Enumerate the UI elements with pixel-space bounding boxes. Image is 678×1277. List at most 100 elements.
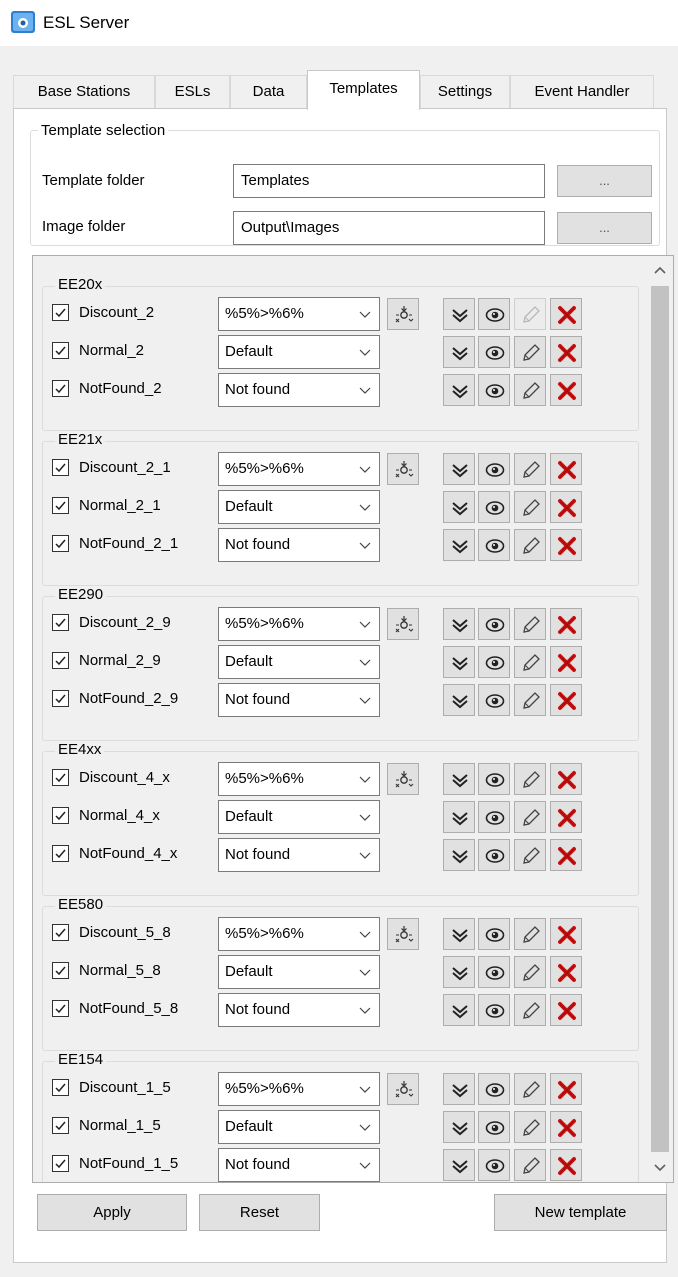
edit-button[interactable] (514, 1149, 546, 1181)
template-enabled-checkbox[interactable] (52, 845, 69, 862)
expand-button[interactable] (443, 1149, 475, 1181)
expand-button[interactable] (443, 491, 475, 523)
delete-button[interactable] (550, 491, 582, 523)
expand-button[interactable] (443, 918, 475, 950)
tab-settings[interactable]: Settings (420, 75, 510, 108)
template-list-scroll-area[interactable]: EE20x Discount_2 %5%>%6% Normal_2 Default Not… (32, 255, 674, 1183)
edit-button[interactable] (514, 529, 546, 561)
template-enabled-checkbox[interactable] (52, 652, 69, 669)
vertical-scrollbar[interactable] (647, 256, 673, 1182)
preview-button[interactable] (478, 918, 510, 950)
template-condition-select[interactable]: Not found (218, 373, 380, 407)
preview-button[interactable] (478, 801, 510, 833)
template-enabled-checkbox[interactable] (52, 342, 69, 359)
preview-button[interactable] (478, 1111, 510, 1143)
edit-button[interactable] (514, 1111, 546, 1143)
expand-button[interactable] (443, 298, 475, 330)
expand-button[interactable] (443, 1073, 475, 1105)
expand-button[interactable] (443, 608, 475, 640)
edit-button[interactable] (514, 994, 546, 1026)
template-enabled-checkbox[interactable] (52, 1117, 69, 1134)
delete-button[interactable] (550, 1073, 582, 1105)
edit-button[interactable] (514, 684, 546, 716)
template-enabled-checkbox[interactable] (52, 614, 69, 631)
delete-button[interactable] (550, 453, 582, 485)
delete-button[interactable] (550, 374, 582, 406)
preview-button[interactable] (478, 608, 510, 640)
template-condition-select[interactable]: Default (218, 800, 380, 834)
tab-base-stations[interactable]: Base Stations (13, 75, 155, 108)
scroll-up-arrow-icon[interactable] (647, 256, 673, 284)
template-condition-select[interactable]: Not found (218, 1148, 380, 1182)
template-condition-select[interactable]: Default (218, 955, 380, 989)
preview-button[interactable] (478, 956, 510, 988)
preview-button[interactable] (478, 491, 510, 523)
delete-button[interactable] (550, 763, 582, 795)
edit-button[interactable] (514, 336, 546, 368)
expand-button[interactable] (443, 763, 475, 795)
expand-button[interactable] (443, 956, 475, 988)
expand-button[interactable] (443, 684, 475, 716)
reset-button[interactable]: Reset (199, 1194, 320, 1231)
template-enabled-checkbox[interactable] (52, 690, 69, 707)
delete-button[interactable] (550, 336, 582, 368)
expand-button[interactable] (443, 1111, 475, 1143)
field-mapping-button[interactable] (387, 1073, 419, 1105)
template-enabled-checkbox[interactable] (52, 962, 69, 979)
preview-button[interactable] (478, 646, 510, 678)
template-enabled-checkbox[interactable] (52, 304, 69, 321)
edit-button[interactable] (514, 374, 546, 406)
delete-button[interactable] (550, 529, 582, 561)
delete-button[interactable] (550, 918, 582, 950)
apply-button[interactable]: Apply (37, 1194, 187, 1231)
expand-button[interactable] (443, 453, 475, 485)
image-folder-browse-button[interactable]: ... (557, 212, 652, 244)
delete-button[interactable] (550, 298, 582, 330)
tab-event-handler[interactable]: Event Handler (510, 75, 654, 108)
field-mapping-button[interactable] (387, 298, 419, 330)
template-condition-select[interactable]: %5%>%6% (218, 297, 380, 331)
delete-button[interactable] (550, 1111, 582, 1143)
expand-button[interactable] (443, 801, 475, 833)
preview-button[interactable] (478, 684, 510, 716)
template-condition-select[interactable]: %5%>%6% (218, 762, 380, 796)
template-condition-select[interactable]: Not found (218, 528, 380, 562)
template-enabled-checkbox[interactable] (52, 924, 69, 941)
delete-button[interactable] (550, 646, 582, 678)
preview-button[interactable] (478, 994, 510, 1026)
template-enabled-checkbox[interactable] (52, 380, 69, 397)
expand-button[interactable] (443, 529, 475, 561)
tab-templates[interactable]: Templates (307, 70, 420, 110)
template-condition-select[interactable]: %5%>%6% (218, 452, 380, 486)
preview-button[interactable] (478, 336, 510, 368)
preview-button[interactable] (478, 1073, 510, 1105)
template-enabled-checkbox[interactable] (52, 497, 69, 514)
edit-button[interactable] (514, 491, 546, 523)
edit-button[interactable] (514, 646, 546, 678)
delete-button[interactable] (550, 801, 582, 833)
template-enabled-checkbox[interactable] (52, 1000, 69, 1017)
preview-button[interactable] (478, 529, 510, 561)
field-mapping-button[interactable] (387, 763, 419, 795)
template-condition-select[interactable]: Not found (218, 993, 380, 1027)
template-enabled-checkbox[interactable] (52, 1155, 69, 1172)
field-mapping-button[interactable] (387, 918, 419, 950)
template-condition-select[interactable]: Not found (218, 838, 380, 872)
edit-button[interactable] (514, 608, 546, 640)
expand-button[interactable] (443, 646, 475, 678)
delete-button[interactable] (550, 608, 582, 640)
template-condition-select[interactable]: Not found (218, 683, 380, 717)
delete-button[interactable] (550, 956, 582, 988)
edit-button[interactable] (514, 918, 546, 950)
field-mapping-button[interactable] (387, 608, 419, 640)
edit-button[interactable] (514, 956, 546, 988)
delete-button[interactable] (550, 1149, 582, 1181)
preview-button[interactable] (478, 453, 510, 485)
new-template-button[interactable]: New template (494, 1194, 667, 1231)
template-condition-select[interactable]: %5%>%6% (218, 1072, 380, 1106)
template-enabled-checkbox[interactable] (52, 459, 69, 476)
image-folder-field[interactable]: Output\Images (233, 211, 545, 245)
template-condition-select[interactable]: Default (218, 645, 380, 679)
preview-button[interactable] (478, 374, 510, 406)
preview-button[interactable] (478, 763, 510, 795)
